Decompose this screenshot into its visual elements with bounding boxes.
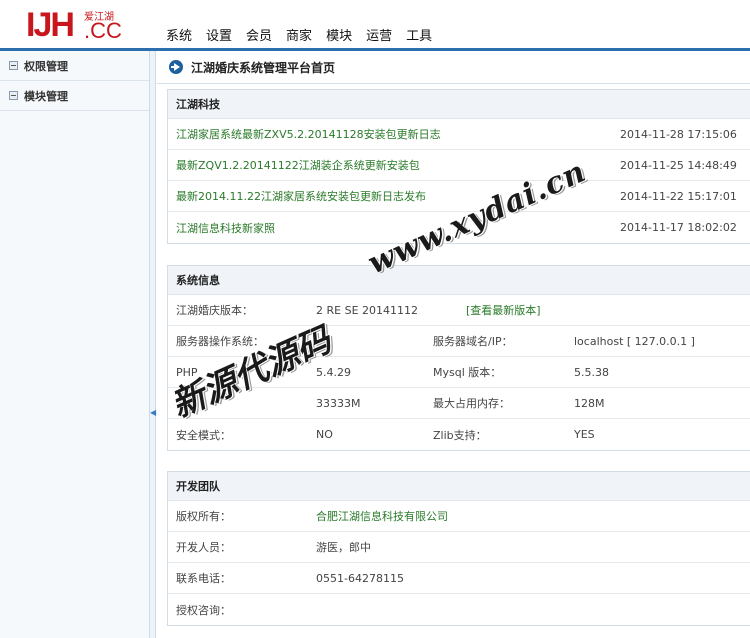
news-date: 2014-11-28 17:15:06: [620, 127, 737, 141]
team-label: 开发人员：: [176, 541, 231, 554]
info-label: Zlib支持：: [433, 428, 487, 442]
info-label: PHP: [176, 365, 198, 379]
team-label: 版权所有：: [176, 510, 231, 523]
nav-modules[interactable]: 模块: [326, 25, 352, 44]
check-latest-version-link[interactable]: [查看最新版本]: [466, 302, 541, 318]
nav-tools[interactable]: 工具: [406, 25, 432, 44]
arrow-right-circle-icon: [169, 60, 183, 74]
info-label: 服务器操作系统：: [176, 335, 264, 348]
info-label: 安全模式：: [176, 428, 231, 442]
news-row: 江湖信息科技新家照 2014-11-17 18:02:02: [168, 212, 750, 243]
team-row: 开发人员： 游医，郎中: [168, 532, 750, 563]
team-panel: 开发团队 版权所有： 合肥江湖信息科技有限公司 开发人员： 游医，郎中 联系电话…: [167, 471, 750, 626]
site-logo[interactable]: IJH 爱江湖 .CC: [26, 7, 122, 43]
info-value: YES: [574, 428, 595, 441]
news-date: 2014-11-22 15:17:01: [620, 189, 737, 203]
sidebar-collapse-bar[interactable]: ◀: [150, 51, 156, 638]
sidebar-item-permissions[interactable]: 权限管理: [0, 51, 149, 81]
chevron-left-icon[interactable]: ◀: [150, 408, 156, 417]
team-panel-title: 开发团队: [168, 472, 750, 501]
company-link[interactable]: 合肥江湖信息科技有限公司: [316, 508, 448, 524]
sysinfo-row: PHP 5.4.29 Mysql 版本： 5.5.38: [168, 357, 750, 388]
version-value: 2 RE SE 20141112: [316, 303, 419, 317]
team-label: 授权咨询：: [176, 603, 231, 617]
news-panel-title: 江湖科技: [168, 90, 750, 119]
sysinfo-row: 服务器操作系统： 服务器域名/IP： localhost [ 127.0.0.1…: [168, 326, 750, 357]
nav-operations[interactable]: 运营: [366, 25, 392, 44]
info-label: 最大占用内存：: [433, 397, 510, 410]
team-label: 联系电话：: [176, 572, 231, 585]
sidebar: 权限管理 模块管理: [0, 51, 150, 638]
sidebar-item-modules[interactable]: 模块管理: [0, 81, 149, 111]
news-date: 2014-11-17 18:02:02: [620, 221, 737, 234]
info-value: localhost [ 127.0.0.1 ]: [574, 334, 695, 348]
logo-main-text: IJH: [26, 6, 75, 44]
main-content: 江湖婚庆系统管理平台首页 江湖科技 江湖家居系统最新ZXV5.2.2014112…: [157, 51, 750, 638]
info-label: 服务器域名/IP：: [433, 335, 513, 348]
news-date: 2014-11-25 14:48:49: [620, 158, 737, 172]
page-title: 江湖婚庆系统管理平台首页: [191, 60, 336, 75]
info-label: Mysql 版本：: [433, 366, 502, 379]
sysinfo-row: 33333M 最大占用内存： 128M: [168, 388, 750, 419]
info-value: 5.4.29: [316, 365, 351, 379]
info-value: 128M: [574, 396, 605, 410]
news-link[interactable]: 最新ZQV1.2.20141122江湖装企系统更新安装包: [176, 157, 420, 173]
collapse-box-icon: [9, 91, 18, 100]
info-value: 5.5.38: [574, 365, 609, 379]
info-value: NO: [316, 428, 333, 441]
news-panel: 江湖科技 江湖家居系统最新ZXV5.2.20141128安装包更新日志 2014…: [167, 89, 750, 244]
logo-suffix-text: .CC: [84, 18, 122, 43]
news-row: 最新ZQV1.2.20141122江湖装企系统更新安装包 2014-11-25 …: [168, 150, 750, 181]
news-row: 最新2014.11.22江湖家居系统安装包更新日志发布 2014-11-22 1…: [168, 181, 750, 212]
team-value: 游医，郎中: [316, 541, 371, 554]
sysinfo-panel: 系统信息 江湖婚庆版本： 2 RE SE 20141112 [查看最新版本] 服…: [167, 265, 750, 451]
sidebar-item-label: 权限管理: [24, 59, 68, 73]
top-header: IJH 爱江湖 .CC 系统 设置 会员 商家 模块 运营 工具: [0, 0, 750, 51]
sysinfo-row: 江湖婚庆版本： 2 RE SE 20141112 [查看最新版本]: [168, 295, 750, 326]
news-link[interactable]: 最新2014.11.22江湖家居系统安装包更新日志发布: [176, 188, 426, 204]
sysinfo-panel-title: 系统信息: [168, 266, 750, 295]
news-link[interactable]: 江湖信息科技新家照: [176, 220, 275, 236]
page-header: 江湖婚庆系统管理平台首页: [157, 51, 750, 84]
team-value: 0551-64278115: [316, 571, 404, 585]
team-row: 版权所有： 合肥江湖信息科技有限公司: [168, 501, 750, 532]
sidebar-item-label: 模块管理: [24, 89, 68, 103]
nav-merchants[interactable]: 商家: [286, 25, 312, 44]
news-row: 江湖家居系统最新ZXV5.2.20141128安装包更新日志 2014-11-2…: [168, 119, 750, 150]
nav-system[interactable]: 系统: [166, 25, 192, 44]
news-link[interactable]: 江湖家居系统最新ZXV5.2.20141128安装包更新日志: [176, 126, 441, 142]
team-row: 授权咨询：: [168, 594, 750, 625]
top-nav: 系统 设置 会员 商家 模块 运营 工具: [166, 25, 446, 44]
nav-settings[interactable]: 设置: [206, 25, 232, 44]
version-label: 江湖婚庆版本：: [176, 304, 253, 317]
team-row: 联系电话： 0551-64278115: [168, 563, 750, 594]
info-value: 33333M: [316, 396, 361, 410]
sysinfo-row: 安全模式： NO Zlib支持： YES: [168, 419, 750, 450]
nav-members[interactable]: 会员: [246, 25, 272, 44]
collapse-box-icon: [9, 61, 18, 70]
